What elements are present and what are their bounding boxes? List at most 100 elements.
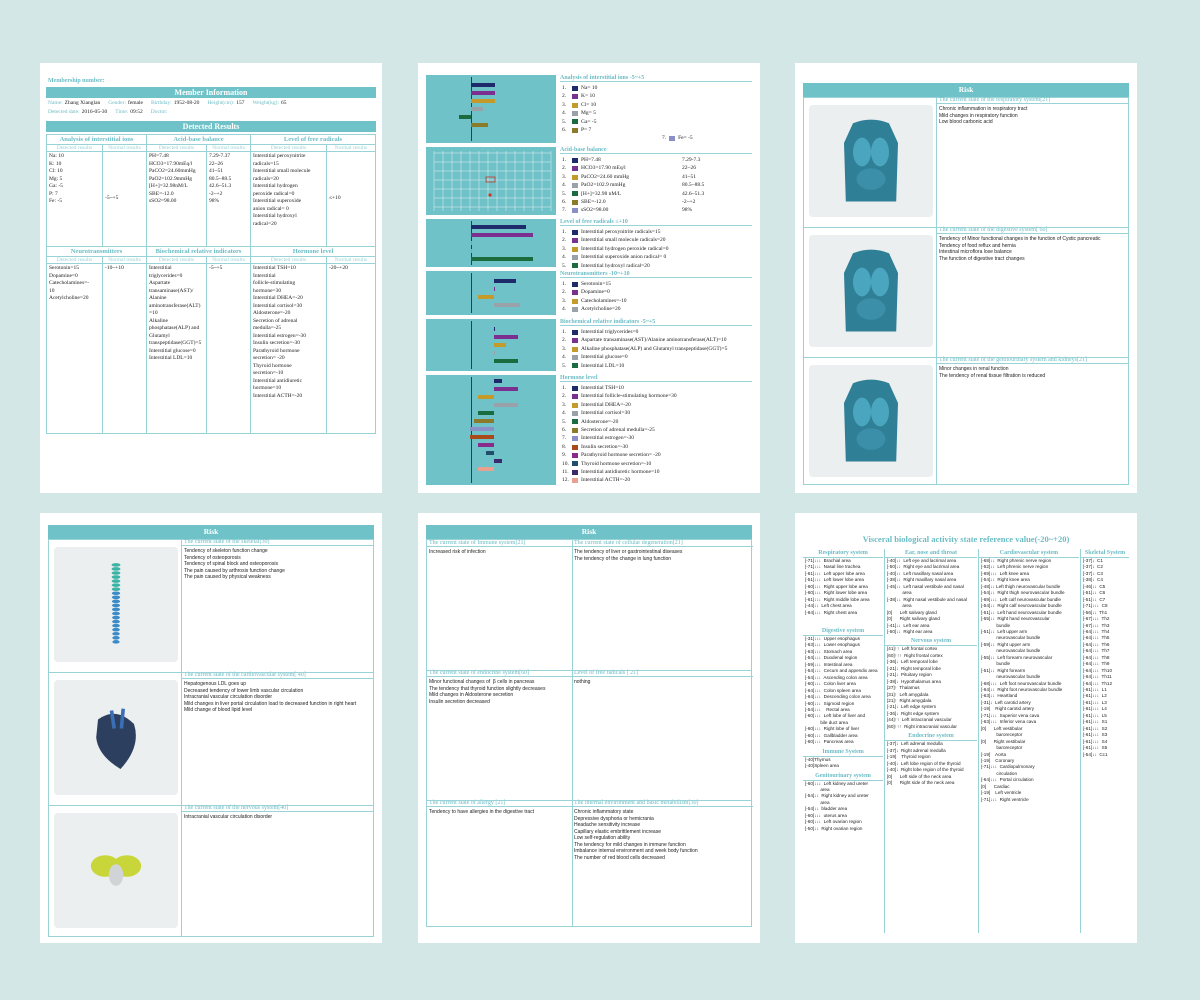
page-risk-3: Risk The current state of Immune system[… bbox=[418, 513, 760, 943]
ions-title: Analysis of interstitial ions -5~+5 bbox=[560, 75, 752, 82]
legend-num: 3. bbox=[562, 345, 567, 352]
ent-item: [-50]↓↓ Right ear area bbox=[887, 628, 933, 634]
risk-title: Risk bbox=[48, 525, 374, 539]
legend-row: 5. [H+]=32.98 nM/L 42.6~51.3 bbox=[562, 190, 752, 199]
risk-sections: The current state of the respiratory sys… bbox=[803, 97, 1129, 485]
nervous-item: [-21]↓ Right temporal lobe bbox=[887, 665, 941, 671]
cardio-item: [-19] Aorta bbox=[981, 751, 1007, 757]
skeletal-item: [-67]↓↓↓ Th2 bbox=[1083, 616, 1110, 622]
legend-label: Mg= 5 bbox=[581, 110, 596, 117]
legend-label: sSO2=98.00 bbox=[581, 207, 609, 214]
row-divider bbox=[427, 670, 751, 671]
legend-num: 1. bbox=[562, 229, 567, 235]
respiratory-item: [-61]↓↓↓ Right middle lobe area bbox=[805, 596, 870, 602]
legend-label: Interstitial glucose=0 bbox=[581, 354, 628, 361]
legend-swatch bbox=[572, 452, 578, 458]
digestive-item: [-54]↓↓↓ Rectal area bbox=[805, 706, 850, 712]
risk-section-text: Tendency of Minor functional changes in … bbox=[939, 236, 1101, 262]
nervous-item: [44]↑↑ Left intracranial vascular bbox=[887, 717, 952, 723]
genitourinary-item: area bbox=[805, 787, 830, 792]
info-label: Height(cm): bbox=[207, 100, 235, 106]
member-info-title: Member Information bbox=[46, 87, 376, 98]
legend-swatch bbox=[572, 338, 578, 344]
risk-cell-header: Level of free radicals [ 21] bbox=[572, 670, 753, 677]
legend-num: 2. bbox=[562, 165, 567, 172]
col-normal: Normal results bbox=[326, 256, 376, 264]
legend-row: 3. Interstitial DHEA=-20 bbox=[562, 401, 752, 410]
legend-num: 2. bbox=[562, 393, 567, 400]
column-divider bbox=[181, 539, 182, 937]
member-info-row: Name: Zhang Xianglan Gender: female Birthday… bbox=[48, 100, 378, 106]
neuro-chart bbox=[426, 271, 556, 315]
legend-swatch bbox=[572, 290, 578, 296]
risk-figure bbox=[54, 813, 178, 928]
cardio-item: [-48]↓↓ Left thigh neurovascular bundle bbox=[981, 583, 1061, 589]
nervous-item: [60]↑↑↑ Right frontal cortex bbox=[887, 652, 943, 658]
legend-swatch bbox=[572, 157, 578, 163]
legend-label: Parathyroid hormone secretion= -20 bbox=[581, 452, 661, 459]
legend-row: 2. K= 10 bbox=[562, 92, 752, 101]
digestive-item: bile duct area bbox=[805, 719, 848, 725]
legend-row: 6. Secretion of adrenal medulla=-25 bbox=[562, 426, 752, 435]
chart-bar bbox=[494, 379, 502, 383]
genitourinary-item: [-60]↓↓↓ Left kidney and ureter bbox=[805, 780, 869, 786]
cardio-item: neurovascular bundle bbox=[981, 635, 1041, 641]
column-divider bbox=[572, 540, 573, 926]
legend-num: 1. bbox=[562, 157, 567, 163]
legend-row: 4. Mg= 5 bbox=[562, 109, 752, 118]
cardio-item: [-68]↓↓ Right phrenic nerve region bbox=[981, 558, 1052, 563]
digestive-item: [-60]↓↓↓ Right lobe of liver bbox=[805, 726, 860, 732]
info-field: Weight(kg): 65 bbox=[253, 100, 287, 106]
legend-swatch bbox=[572, 208, 578, 214]
legend-row: 3. Catecholamines=-10 bbox=[562, 297, 752, 306]
ions-normal: -5~+5 bbox=[102, 151, 147, 247]
cardio-item: bundle bbox=[981, 622, 1011, 628]
cardio-item: [-54]↓↓ Right knee area bbox=[981, 577, 1030, 583]
digestive-item: [-63]↓↓↓ Stomach area bbox=[805, 648, 853, 654]
chart-bar bbox=[471, 225, 526, 229]
info-field: Detected date: 2016-05-30 bbox=[48, 109, 107, 115]
ent-header: Ear, nose and throat bbox=[885, 549, 977, 558]
nervous-item: [-21]↓ Left edge system bbox=[887, 704, 937, 710]
legend-label: Dopamine=0 bbox=[581, 289, 610, 296]
legend-row: 2. Interstitial follicle-stimulating horm… bbox=[562, 392, 752, 401]
zero-line bbox=[471, 321, 472, 369]
neuro-title: Neurotransmitters -10~+10 bbox=[560, 271, 752, 278]
legend-num: 3. bbox=[562, 297, 567, 304]
legend-row: 6. SBE=-12.0 -2~+2 bbox=[562, 198, 752, 207]
legend-num: 7. bbox=[562, 435, 567, 442]
legend-label: Aspartate transaminase(AST)/Alanine amin… bbox=[581, 337, 727, 344]
legend-row: 5. Aldosterone=-20 bbox=[562, 418, 752, 427]
chart-bar bbox=[494, 287, 495, 291]
acid-title: Acid-base balance bbox=[560, 147, 752, 154]
chart-bar bbox=[494, 327, 495, 331]
risk-section-header: The current state of the respiratory sys… bbox=[937, 97, 1129, 104]
legend-swatch bbox=[572, 182, 578, 188]
legend-num: 12. bbox=[562, 477, 569, 484]
info-label: Name: bbox=[48, 100, 63, 106]
brain-icon bbox=[90, 855, 142, 886]
col-detected: Detected results bbox=[250, 256, 327, 264]
legend-label: Interstitial peroxynitrite radicals=15 bbox=[581, 229, 661, 235]
chart-bar bbox=[478, 411, 494, 415]
legend-num: 2. bbox=[562, 337, 567, 344]
chart-bar bbox=[494, 303, 520, 307]
ions-chart bbox=[426, 75, 556, 143]
digestive-item: [-54]↓↓↓ Cecum and appendix area bbox=[805, 668, 878, 674]
respiratory-item: [-51]↓↓↓ Left lower lobe area bbox=[805, 577, 864, 583]
legend-swatch bbox=[572, 461, 578, 467]
legend-row: 4. Acetylcholine=20 bbox=[562, 305, 752, 314]
cardio-item: [-51]↓↓ Left upper arm bbox=[981, 628, 1028, 634]
hormone-values: Interstitial TSH=10 Interstitial follicl… bbox=[250, 263, 327, 434]
respiratory-item: [-64]↓↓↓ Right chest area bbox=[805, 609, 858, 615]
cardio-item: [-19] Right carotid artery bbox=[981, 706, 1035, 712]
info-field: Birthday: 1952-08-20 bbox=[151, 100, 199, 106]
legend-num: 1. bbox=[562, 385, 567, 391]
endocrine-header: Endocrine system bbox=[885, 732, 977, 742]
legend-swatch bbox=[572, 166, 578, 172]
section-divider bbox=[48, 672, 374, 673]
legend-label: Interstitial LDL=10 bbox=[581, 362, 625, 369]
col-detected: Detected results bbox=[146, 256, 207, 264]
legend-row: 7. sSO2=98.00 98% bbox=[562, 206, 752, 215]
member-info-row-2: Detected date: 2016-05-30 Time: 09:52 Doctor… bbox=[48, 109, 378, 115]
